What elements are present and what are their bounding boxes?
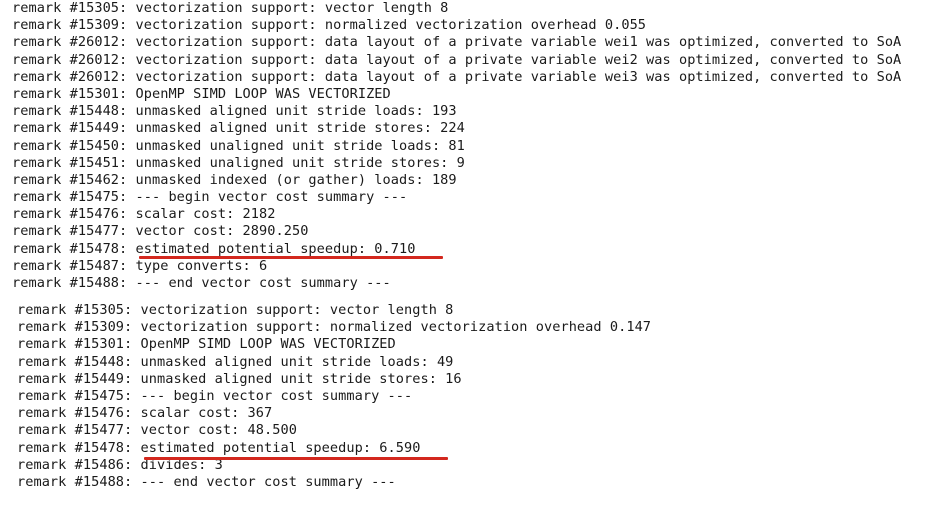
- remark-code: remark #15451:: [12, 154, 128, 171]
- remark-line: remark #15475: --- begin vector cost sum…: [12, 189, 901, 206]
- remark-message: unmasked aligned unit stride stores: 16: [140, 370, 462, 387]
- remark-line: remark #15449: unmasked aligned unit str…: [12, 120, 901, 137]
- remark-code: remark #15462:: [12, 171, 128, 188]
- remark-code: remark #26012:: [12, 34, 128, 51]
- remark-code: remark #15487:: [12, 257, 128, 274]
- remark-message: unmasked unaligned unit stride stores: 9: [135, 154, 465, 171]
- remark-line: remark #15309: vectorization support: no…: [12, 17, 901, 34]
- remark-line: remark #15301: OpenMP SIMD LOOP WAS VECT…: [17, 336, 651, 353]
- remark-line: remark #15477: vector cost: 2890.250: [12, 223, 901, 240]
- remark-code: remark #15448:: [12, 103, 128, 120]
- remark-line: remark #26012: vectorization support: da…: [12, 34, 901, 51]
- remark-message: vector cost: 2890.250: [135, 223, 309, 240]
- remark-code: remark #15450:: [12, 137, 128, 154]
- remark-code: remark #15486:: [17, 456, 133, 473]
- remark-message: unmasked unaligned unit stride loads: 81: [135, 137, 465, 154]
- remark-code: remark #15476:: [17, 405, 133, 422]
- remark-line: remark #26012: vectorization support: da…: [12, 52, 901, 69]
- remark-message: unmasked aligned unit stride loads: 193: [135, 103, 457, 120]
- remark-code: remark #15475:: [17, 387, 133, 404]
- remark-code: remark #15477:: [17, 422, 133, 439]
- remark-message: vectorization support: vector length 8: [135, 0, 449, 16]
- remark-code: remark #15475:: [12, 189, 128, 206]
- remark-message: vectorization support: normalized vector…: [140, 319, 652, 336]
- remark-code: remark #15448:: [17, 353, 133, 370]
- remark-message: OpenMP SIMD LOOP WAS VECTORIZED: [140, 336, 396, 353]
- remark-message: --- end vector cost summary ---: [135, 275, 391, 291]
- remark-message: unmasked indexed (or gather) loads: 189: [135, 171, 457, 188]
- remark-line: remark #15451: unmasked unaligned unit s…: [12, 155, 901, 172]
- remark-line: remark #26012: vectorization support: da…: [12, 69, 901, 86]
- remark-line: remark #15450: unmasked unaligned unit s…: [12, 138, 901, 155]
- estimated-speedup-message: estimated potential speedup: 0.710: [135, 240, 416, 257]
- remark-code: remark #15478:: [12, 240, 128, 257]
- remark-code: remark #15477:: [12, 223, 128, 240]
- remark-line: remark #15305: vectorization support: ve…: [12, 0, 901, 17]
- remark-code: remark #15449:: [12, 120, 128, 137]
- remark-line: remark #15448: unmasked aligned unit str…: [17, 354, 651, 371]
- remark-message: vectorization support: data layout of a …: [135, 34, 902, 51]
- remark-line: remark #15477: vector cost: 48.500: [17, 422, 651, 439]
- remark-message: scalar cost: 2182: [135, 206, 276, 223]
- remark-message: unmasked aligned unit stride loads: 49: [140, 353, 454, 370]
- remark-line: remark #15449: unmasked aligned unit str…: [17, 371, 651, 388]
- remark-line: remark #15488: --- end vector cost summa…: [12, 275, 901, 292]
- remark-code: remark #26012:: [12, 68, 128, 85]
- remark-line: remark #15301: OpenMP SIMD LOOP WAS VECT…: [12, 86, 901, 103]
- speedup-highlight-underline-1: [139, 256, 443, 259]
- remark-message: vectorization support: vector length 8: [140, 302, 454, 318]
- remark-line: remark #15475: --- begin vector cost sum…: [17, 388, 651, 405]
- remark-message: --- begin vector cost summary ---: [140, 387, 413, 404]
- remark-line: remark #15309: vectorization support: no…: [17, 319, 651, 336]
- remark-line: remark #15476: scalar cost: 2182: [12, 206, 901, 223]
- remark-message: unmasked aligned unit stride stores: 224: [135, 120, 465, 137]
- remark-line: remark #15488: --- end vector cost summa…: [17, 474, 651, 491]
- remark-code: remark #15301:: [12, 85, 128, 102]
- remark-code: remark #15478:: [17, 439, 133, 456]
- remark-message: type converts: 6: [135, 257, 268, 274]
- remark-message: vectorization support: data layout of a …: [135, 51, 902, 68]
- remark-line: remark #15462: unmasked indexed (or gath…: [12, 172, 901, 189]
- compiler-report-block-2: remark #15305: vectorization support: ve…: [17, 302, 651, 491]
- remark-code: remark #15305:: [17, 302, 133, 318]
- remark-message: OpenMP SIMD LOOP WAS VECTORIZED: [135, 85, 391, 102]
- remark-message: --- begin vector cost summary ---: [135, 189, 408, 206]
- remark-code: remark #15301:: [17, 336, 133, 353]
- estimated-speedup-message: estimated potential speedup: 6.590: [140, 439, 421, 456]
- remark-line: remark #15476: scalar cost: 367: [17, 405, 651, 422]
- remark-message: --- end vector cost summary ---: [140, 473, 396, 490]
- remark-line: remark #15305: vectorization support: ve…: [17, 302, 651, 319]
- remark-code: remark #26012:: [12, 51, 128, 68]
- remark-line: remark #15448: unmasked aligned unit str…: [12, 103, 901, 120]
- remark-code: remark #15449:: [17, 370, 133, 387]
- remark-line-speedup: remark #15478: estimated potential speed…: [17, 440, 651, 457]
- remark-message: vector cost: 48.500: [140, 422, 297, 439]
- speedup-highlight-underline-2: [144, 457, 448, 460]
- remark-code: remark #15488:: [12, 275, 128, 291]
- remark-message: scalar cost: 367: [140, 405, 273, 422]
- remark-code: remark #15488:: [17, 473, 133, 490]
- remark-line: remark #15487: type converts: 6: [12, 258, 901, 275]
- remark-code: remark #15309:: [12, 17, 128, 34]
- remark-message: vectorization support: normalized vector…: [135, 17, 647, 34]
- remark-message: vectorization support: data layout of a …: [135, 68, 902, 85]
- compiler-report-block-1: remark #15305: vectorization support: ve…: [12, 0, 901, 292]
- remark-code: remark #15476:: [12, 206, 128, 223]
- remark-code: remark #15309:: [17, 319, 133, 336]
- remark-code: remark #15305:: [12, 0, 128, 16]
